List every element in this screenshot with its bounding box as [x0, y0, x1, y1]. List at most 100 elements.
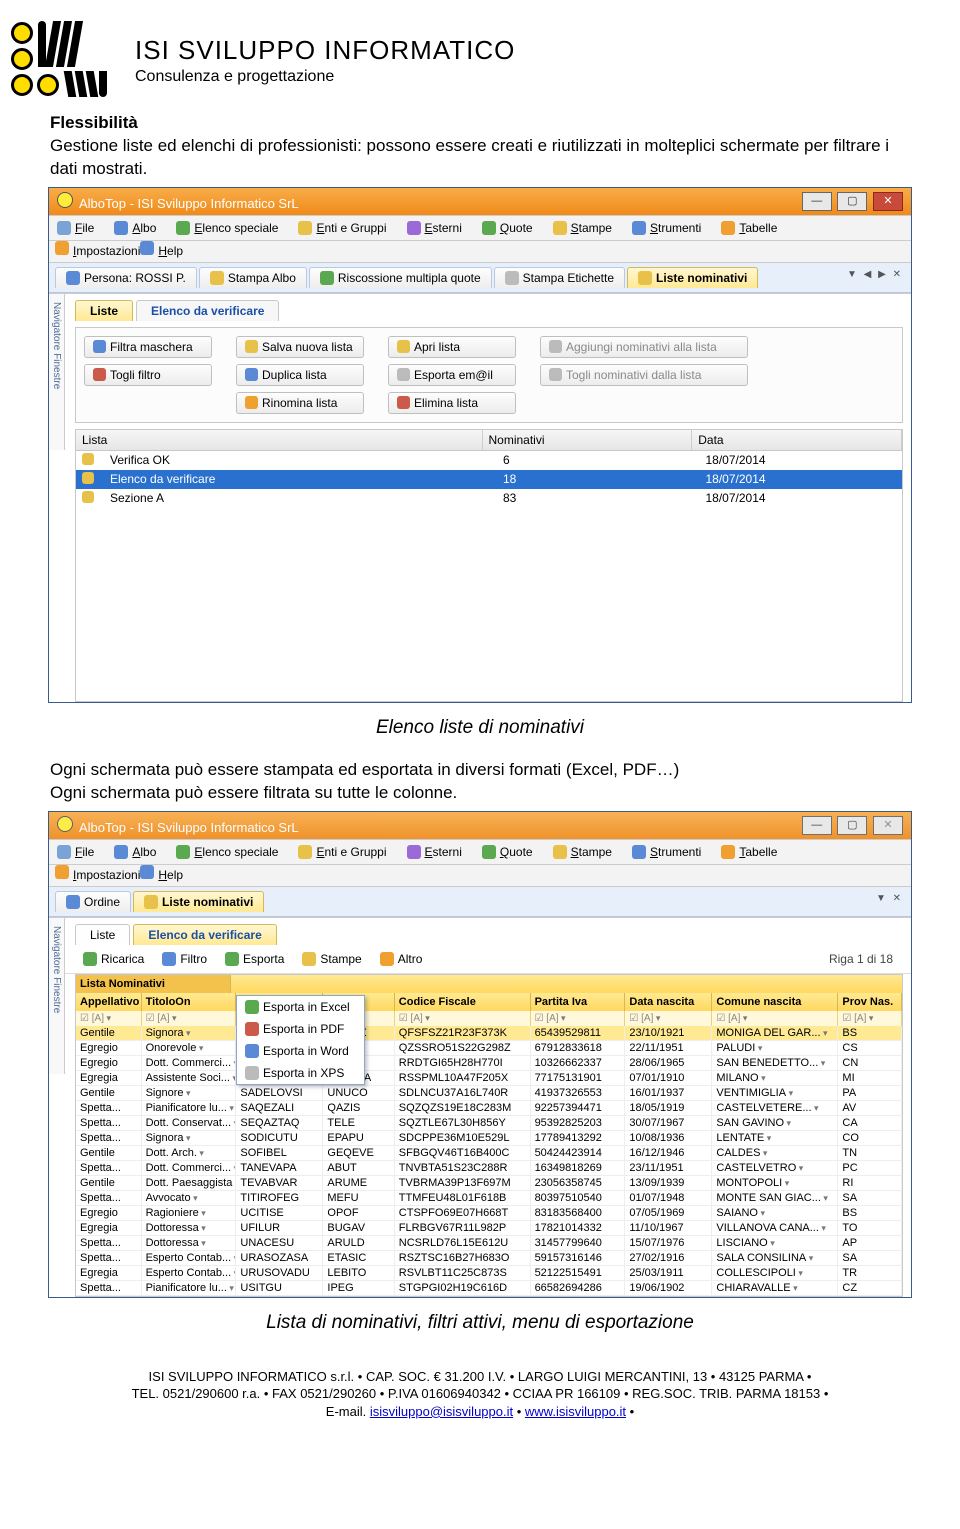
- col-header[interactable]: TitoloOn: [142, 993, 237, 1011]
- menu-enti-e-gruppi[interactable]: Enti e Gruppi: [296, 843, 388, 861]
- tab-nav-icons[interactable]: ▼ ◀ ▶ ✕: [847, 269, 903, 280]
- tab-liste[interactable]: Liste: [75, 924, 130, 945]
- esporta-email-button[interactable]: Esporta em@il: [388, 364, 516, 386]
- tab-elenco[interactable]: Elenco da verificare: [133, 924, 276, 945]
- filter-cell[interactable]: ☑ [A]: [531, 1011, 626, 1026]
- grid-rows[interactable]: GentileSignoraIFASOZQFSFSZ21R23F373K6543…: [76, 1026, 902, 1296]
- tab-liste[interactable]: Liste: [75, 300, 133, 321]
- filter-cell[interactable]: ☑ [A]: [625, 1011, 712, 1026]
- data-grid[interactable]: Lista Nominativi AppellativoTitoloOnCogn…: [75, 974, 903, 1297]
- table-row[interactable]: GentileDott. PaesaggistaTEVABVARARUMETVB…: [76, 1176, 902, 1191]
- filtra-button[interactable]: Filtra maschera: [84, 336, 212, 358]
- menu-enti-e-gruppi[interactable]: Enti e Gruppi: [296, 219, 388, 237]
- rinomina-lista-button[interactable]: Rinomina lista: [236, 392, 364, 414]
- filtro-button[interactable]: Filtro: [154, 950, 215, 968]
- salva-lista-button[interactable]: Salva nuova lista: [236, 336, 364, 358]
- menu-tabelle[interactable]: Tabelle: [719, 843, 779, 861]
- table-row[interactable]: Spetta...Pianificatore lu...USITGUIPEGST…: [76, 1281, 902, 1296]
- table-row[interactable]: Spetta...Dott. Commerci...TANEVAPAABUTTN…: [76, 1161, 902, 1176]
- menu-help[interactable]: Help: [140, 241, 183, 258]
- stampe-button[interactable]: Stampe: [294, 950, 369, 968]
- menu-stampe[interactable]: Stampe: [551, 843, 614, 861]
- minimize-button[interactable]: —: [802, 192, 832, 211]
- menu-tabelle[interactable]: Tabelle: [719, 219, 779, 237]
- close-button[interactable]: ✕: [873, 816, 903, 835]
- doc-tab[interactable]: Liste nominativi: [133, 891, 264, 912]
- altro-button[interactable]: Altro: [372, 950, 431, 968]
- col-data[interactable]: Data: [692, 430, 902, 450]
- filter-cell[interactable]: ☑ [A]: [712, 1011, 838, 1026]
- list-row[interactable]: Elenco da verificare1818/07/2014: [76, 470, 902, 489]
- menu-elenco-speciale[interactable]: Elenco speciale: [174, 843, 280, 861]
- col-header[interactable]: Codice Fiscale: [395, 993, 531, 1011]
- table-row[interactable]: Spetta...SignoraSODICUTUEPAPUSDCPPE36M10…: [76, 1131, 902, 1146]
- col-nominativi[interactable]: Nominativi: [483, 430, 693, 450]
- table-row[interactable]: GentileDott. Arch.SOFIBELGEQEVESFBGQV46T…: [76, 1146, 902, 1161]
- table-row[interactable]: Spetta...AvvocatoTITIROFEGMEFUTTMFEU48L0…: [76, 1191, 902, 1206]
- doc-tab[interactable]: Stampa Albo: [199, 267, 307, 288]
- navigator-side-tab[interactable]: Navigatore Finestre: [49, 294, 65, 450]
- export-option[interactable]: Esporta in Excel: [237, 996, 364, 1018]
- menu-impostazioni[interactable]: Impostazioni: [55, 865, 140, 882]
- menu-strumenti[interactable]: Strumenti: [630, 843, 703, 861]
- navigator-side-tab[interactable]: Navigatore Finestre: [49, 918, 65, 1074]
- grid-body[interactable]: Verifica OK618/07/2014Elenco da verifica…: [75, 451, 903, 702]
- maximize-button[interactable]: ▢: [837, 816, 867, 835]
- elimina-lista-button[interactable]: Elimina lista: [388, 392, 516, 414]
- table-row[interactable]: GentileSignoreSADELOVSIUNUCOSDLNCU37A16L…: [76, 1086, 902, 1101]
- grid-filter-row[interactable]: ☑ [A]☑ [A]☑ [A]☑ [A]☑ [A]☑ [A]☑ [A]☑ [A]…: [76, 1011, 902, 1026]
- togli-filtro-button[interactable]: Togli filtro: [84, 364, 212, 386]
- doc-tab[interactable]: Liste nominativi: [627, 267, 758, 288]
- table-row[interactable]: EgregioRagioniereUCITISEOPOFCTSPFO69E07H…: [76, 1206, 902, 1221]
- filter-cell[interactable]: ☑ [A]: [395, 1011, 531, 1026]
- filter-cell[interactable]: ☑ [A]: [838, 1011, 902, 1026]
- minimize-button[interactable]: —: [802, 816, 832, 835]
- menu-elenco-speciale[interactable]: Elenco speciale: [174, 219, 280, 237]
- footer-email[interactable]: isisviluppo@isisviluppo.it: [370, 1404, 513, 1419]
- table-row[interactable]: Spetta...Esperto Contab...URASOZASAETASI…: [76, 1251, 902, 1266]
- table-row[interactable]: GentileSignoraIFASOZQFSFSZ21R23F373K6543…: [76, 1026, 902, 1041]
- filter-cell[interactable]: ☑ [A]: [142, 1011, 237, 1026]
- col-header[interactable]: Comune nascita: [712, 993, 838, 1011]
- table-row[interactable]: EgregioDott. Commerci...RORUDIDUITEGRRDT…: [76, 1056, 902, 1071]
- col-header[interactable]: Partita Iva: [531, 993, 626, 1011]
- menu-help[interactable]: Help: [140, 865, 183, 882]
- col-header[interactable]: Prov Nas.: [838, 993, 902, 1011]
- col-header[interactable]: Data nascita: [625, 993, 712, 1011]
- col-lista[interactable]: Lista: [76, 430, 483, 450]
- menu-quote[interactable]: Quote: [480, 219, 535, 237]
- tab-elenco[interactable]: Elenco da verificare: [136, 300, 279, 321]
- table-row[interactable]: EgregiaAssistente Soci...ROSSIPAMELARSSP…: [76, 1071, 902, 1086]
- export-option[interactable]: Esporta in Word: [237, 1040, 364, 1062]
- maximize-button[interactable]: ▢: [837, 192, 867, 211]
- table-row[interactable]: Spetta...Pianificatore lu...SAQEZALIQAZI…: [76, 1101, 902, 1116]
- menu-impostazioni[interactable]: Impostazioni: [55, 241, 140, 258]
- table-row[interactable]: EgregioOnorevoleOSURQZSSRO51S22G298Z6791…: [76, 1041, 902, 1056]
- table-row[interactable]: EgregiaEsperto Contab...URUSOVADULEBITOR…: [76, 1266, 902, 1281]
- menu-esterni[interactable]: Esterni: [405, 843, 464, 861]
- col-lista-nominativi[interactable]: Lista Nominativi: [76, 975, 231, 993]
- togli-nominativi-button[interactable]: Togli nominativi dalla lista: [540, 364, 748, 386]
- doc-tab[interactable]: Stampa Etichette: [494, 267, 625, 288]
- table-row[interactable]: EgregiaDottoressaUFILURBUGAVFLRBGV67R11L…: [76, 1221, 902, 1236]
- menu-albo[interactable]: Albo: [112, 219, 158, 237]
- footer-site[interactable]: www.isisviluppo.it: [525, 1404, 626, 1419]
- aggiungi-nominativi-button[interactable]: Aggiungi nominativi alla lista: [540, 336, 748, 358]
- menu-stampe[interactable]: Stampe: [551, 219, 614, 237]
- close-button[interactable]: ✕: [873, 192, 903, 211]
- tab-nav-icons[interactable]: ▼ ✕: [876, 893, 903, 904]
- export-dropdown[interactable]: Esporta in ExcelEsporta in PDFEsporta in…: [236, 995, 365, 1085]
- menu-esterni[interactable]: Esterni: [405, 219, 464, 237]
- menu-file[interactable]: File: [55, 219, 96, 237]
- export-option[interactable]: Esporta in PDF: [237, 1018, 364, 1040]
- duplica-lista-button[interactable]: Duplica lista: [236, 364, 364, 386]
- doc-tab[interactable]: Ordine: [55, 891, 131, 912]
- doc-tab[interactable]: Riscossione multipla quote: [309, 267, 492, 288]
- list-row[interactable]: Verifica OK618/07/2014: [76, 451, 902, 470]
- ricarica-button[interactable]: Ricarica: [75, 950, 152, 968]
- menu-albo[interactable]: Albo: [112, 843, 158, 861]
- table-row[interactable]: Spetta...DottoressaUNACESUARULDNCSRLD76L…: [76, 1236, 902, 1251]
- menu-quote[interactable]: Quote: [480, 843, 535, 861]
- apri-lista-button[interactable]: Apri lista: [388, 336, 516, 358]
- col-header[interactable]: Appellativo: [76, 993, 142, 1011]
